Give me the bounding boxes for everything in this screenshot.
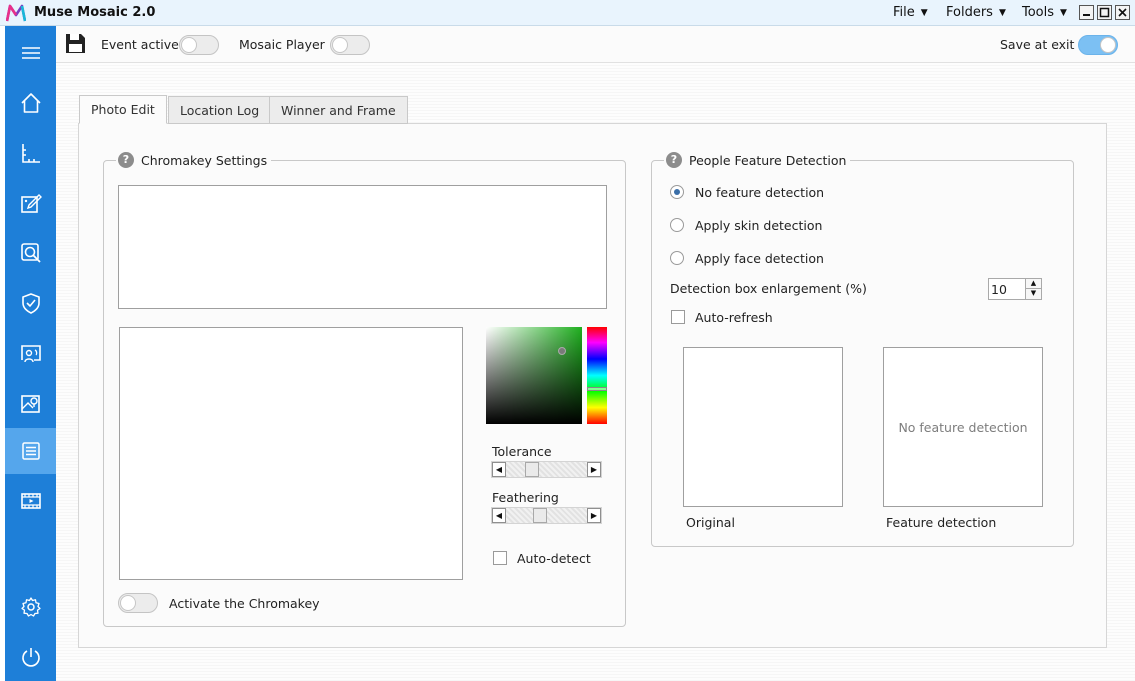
chevron-down-icon: ▼ xyxy=(920,8,928,18)
chromakey-title: Chromakey Settings xyxy=(141,152,268,168)
shield-check-icon xyxy=(21,293,40,314)
search-icon xyxy=(20,243,41,263)
slider-right-arrow-icon[interactable]: ▶ xyxy=(587,508,601,523)
tolerance-slider-thumb[interactable] xyxy=(525,462,539,477)
sidebar-item-display[interactable] xyxy=(5,330,56,376)
activate-chromakey-toggle[interactable] xyxy=(118,593,158,613)
sidebar-item-video[interactable] xyxy=(5,478,56,524)
group-title: ? People Feature Detection xyxy=(664,152,851,168)
ruler-icon xyxy=(21,144,40,163)
feature-detection-preview: No feature detection xyxy=(883,347,1043,507)
film-icon xyxy=(20,493,41,509)
chevron-down-icon: ▼ xyxy=(1060,8,1067,18)
checklist-icon xyxy=(21,442,40,460)
gear-icon xyxy=(20,597,41,617)
app-logo-icon xyxy=(6,4,26,22)
original-preview xyxy=(683,347,843,507)
menu-tools[interactable]: Tools ▼ xyxy=(1022,5,1067,20)
skin-detection-radio[interactable] xyxy=(670,218,684,232)
sidebar-item-measure[interactable] xyxy=(5,130,56,176)
sidebar xyxy=(5,26,56,681)
tab-location-log[interactable]: Location Log xyxy=(168,96,272,124)
toggle-knob xyxy=(1100,37,1116,53)
minimize-button[interactable] xyxy=(1079,5,1094,20)
feature-detection-label: Feature detection xyxy=(886,515,997,530)
toggle-knob xyxy=(120,595,136,611)
sidebar-item-home[interactable] xyxy=(5,80,56,126)
close-icon xyxy=(1118,8,1127,17)
preview-placeholder-text: No feature detection xyxy=(898,419,1028,435)
menu-file[interactable]: File ▼ xyxy=(893,5,928,20)
no-feature-detection-radio[interactable] xyxy=(670,185,684,199)
mosaic-player-label: Mosaic Player xyxy=(239,37,325,52)
feathering-slider[interactable]: ◀ ▶ xyxy=(491,507,602,524)
sidebar-item-checklist[interactable] xyxy=(5,428,56,474)
feature-detection-title: People Feature Detection xyxy=(689,152,847,168)
menu-folders[interactable]: Folders ▼ xyxy=(946,5,1006,20)
stepper-value[interactable]: 10 xyxy=(991,282,1007,297)
slider-right-arrow-icon[interactable]: ▶ xyxy=(587,462,601,477)
title-bar: Muse Mosaic 2.0 File ▼ Folders ▼ Tools ▼ xyxy=(0,0,1135,26)
chevron-down-icon: ▼ xyxy=(998,8,1006,18)
home-icon xyxy=(20,93,41,113)
help-icon[interactable]: ? xyxy=(118,152,134,168)
chromakey-background-preview[interactable] xyxy=(118,185,607,309)
feathering-slider-thumb[interactable] xyxy=(533,508,547,523)
color-picker-handle[interactable] xyxy=(558,347,566,355)
save-at-exit-toggle[interactable] xyxy=(1078,35,1118,55)
slider-left-arrow-icon[interactable]: ◀ xyxy=(492,462,506,477)
feathering-label: Feathering xyxy=(492,490,559,505)
group-title: ? Chromakey Settings xyxy=(116,152,272,168)
tolerance-label: Tolerance xyxy=(492,444,552,459)
slider-left-arrow-icon[interactable]: ◀ xyxy=(492,508,506,523)
sidebar-item-photo-edit[interactable] xyxy=(5,180,56,226)
sidebar-item-menu[interactable] xyxy=(5,30,56,76)
tab-winner-and-frame[interactable]: Winner and Frame xyxy=(269,96,408,124)
hue-slider-handle[interactable] xyxy=(587,387,607,391)
photo-edit-icon xyxy=(20,194,42,213)
face-detection-label: Apply face detection xyxy=(695,251,824,266)
save-icon[interactable] xyxy=(65,33,86,54)
no-feature-detection-label: No feature detection xyxy=(695,185,825,200)
toggle-knob xyxy=(332,37,348,53)
cast-screen-icon xyxy=(20,345,41,363)
tab-photo-edit[interactable]: Photo Edit xyxy=(79,95,167,124)
skin-detection-label: Apply skin detection xyxy=(695,218,823,233)
face-detection-radio[interactable] xyxy=(670,251,684,265)
chromakey-image-preview[interactable] xyxy=(119,327,463,580)
power-icon xyxy=(21,648,40,667)
maximize-icon xyxy=(1099,7,1110,18)
detection-box-enlargement-label: Detection box enlargement (%) xyxy=(670,281,867,296)
image-location-icon xyxy=(20,395,40,413)
sidebar-item-settings[interactable] xyxy=(5,584,56,630)
mosaic-player-toggle[interactable] xyxy=(330,35,370,55)
sidebar-item-power[interactable] xyxy=(5,634,56,680)
color-saturation-picker[interactable] xyxy=(486,327,582,424)
hamburger-menu-icon xyxy=(21,47,40,59)
stepper-down-icon[interactable]: ▼ xyxy=(1025,289,1041,299)
original-label: Original xyxy=(686,515,735,530)
help-icon[interactable]: ? xyxy=(666,152,682,168)
sidebar-item-security[interactable] xyxy=(5,280,56,326)
app-title: Muse Mosaic 2.0 xyxy=(34,5,156,20)
maximize-button[interactable] xyxy=(1097,5,1112,20)
stepper-up-icon[interactable]: ▲ xyxy=(1025,279,1041,289)
toggle-knob xyxy=(181,37,197,53)
save-at-exit-label: Save at exit xyxy=(1000,37,1075,52)
tolerance-slider[interactable]: ◀ ▶ xyxy=(491,461,602,478)
top-toolbar: Event active Mosaic Player Save at exit xyxy=(56,26,1135,63)
auto-refresh-label: Auto-refresh xyxy=(695,310,773,325)
sidebar-item-search[interactable] xyxy=(5,230,56,276)
auto-refresh-checkbox[interactable] xyxy=(671,310,685,324)
hue-slider[interactable] xyxy=(587,327,607,424)
detection-box-enlargement-stepper[interactable]: 10 ▲ ▼ xyxy=(988,278,1042,300)
minimize-icon xyxy=(1083,14,1090,16)
sidebar-item-location[interactable] xyxy=(5,380,56,426)
close-button[interactable] xyxy=(1115,5,1130,20)
activate-chromakey-label: Activate the Chromakey xyxy=(169,596,320,611)
event-active-toggle[interactable] xyxy=(179,35,219,55)
event-active-label: Event active xyxy=(101,37,179,52)
auto-detect-checkbox[interactable] xyxy=(493,551,507,565)
auto-detect-label: Auto-detect xyxy=(517,551,591,566)
